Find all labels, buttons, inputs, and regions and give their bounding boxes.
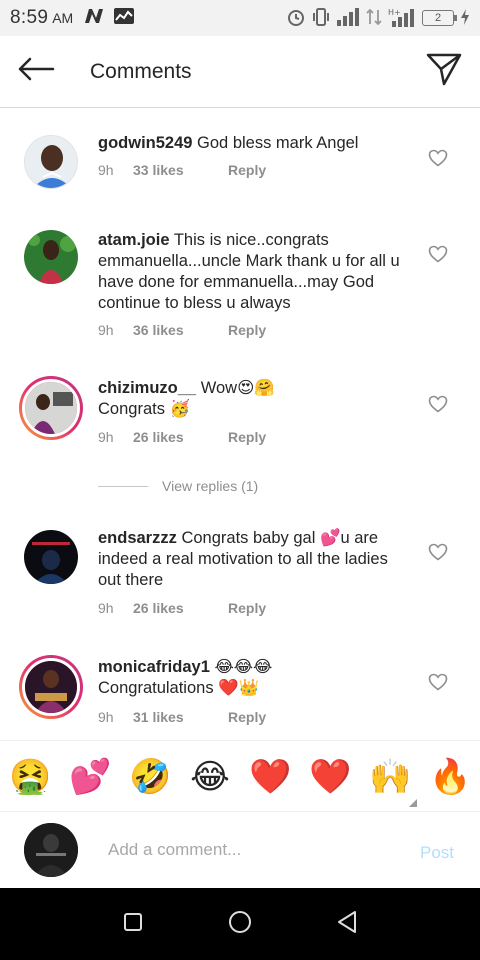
comment-text: God bless mark Angel — [197, 134, 359, 152]
activity-chart-icon — [113, 7, 135, 30]
comment-likes[interactable]: 26 likes — [133, 429, 228, 445]
avatar-story-ring[interactable] — [19, 655, 83, 719]
emoji-more-indicator-icon — [409, 799, 417, 807]
battery-indicator: 2 — [422, 10, 457, 26]
signal-h-plus-icon: H+ — [388, 7, 416, 30]
page-title: Comments — [90, 59, 192, 83]
post-button[interactable]: Post — [420, 843, 454, 863]
svg-text:H+: H+ — [388, 8, 401, 17]
comment-username[interactable]: chizimuzo__ — [98, 379, 196, 397]
status-ampm: AM — [52, 10, 74, 26]
comment-time: 9h — [98, 600, 114, 616]
recent-apps-button[interactable] — [113, 904, 153, 944]
reply-button[interactable]: Reply — [228, 322, 266, 338]
comment-likes[interactable]: 36 likes — [133, 322, 228, 338]
current-user-avatar — [24, 823, 78, 877]
avatar[interactable] — [24, 135, 78, 189]
like-button[interactable] — [426, 673, 450, 695]
heart-outline-icon — [428, 149, 448, 172]
emoji-red-heart-button[interactable]: ❤️ — [249, 756, 291, 798]
signal-icon — [336, 7, 360, 29]
avatar[interactable] — [24, 230, 78, 284]
emoji-red-heart-button-2[interactable]: ❤️ — [309, 756, 351, 798]
home-button[interactable] — [220, 904, 260, 944]
emoji-joy-button[interactable]: 😂 — [189, 756, 231, 798]
comment-likes[interactable]: 26 likes — [133, 600, 228, 616]
comment-time: 9h — [98, 322, 114, 338]
heart-outline-icon — [428, 395, 448, 418]
comment-username[interactable]: godwin5249 — [98, 134, 192, 152]
emoji-vomit-button[interactable]: 🤮 — [9, 756, 51, 798]
avatar-story-ring[interactable] — [19, 376, 83, 440]
triangle-back-icon — [336, 910, 358, 939]
notification-n-icon — [83, 7, 105, 30]
emoji-two-hearts-button[interactable]: 💕 — [69, 756, 111, 798]
header: Comments — [0, 36, 480, 108]
back-button[interactable] — [0, 36, 72, 108]
comment-text-line2: Congratulations ❤️👑 — [98, 679, 260, 697]
reply-button[interactable]: Reply — [228, 162, 266, 178]
view-replies-button[interactable]: View replies (1) — [98, 478, 258, 494]
comments-list: godwin5249 God bless mark Angel 9h 33 li… — [0, 109, 480, 739]
status-bar: 8:59 AM H+ 2 — [0, 0, 480, 36]
like-button[interactable] — [426, 543, 450, 565]
heart-outline-icon — [428, 245, 448, 268]
paper-plane-icon — [426, 52, 462, 91]
reply-button[interactable]: Reply — [228, 429, 266, 445]
comment-likes[interactable]: 31 likes — [133, 709, 228, 725]
quick-emoji-bar: 🤮 💕 🤣 😂 ❤️ ❤️ 🙌 🔥 — [0, 740, 480, 812]
system-nav-bar — [0, 888, 480, 960]
comment-username[interactable]: monicafriday1 — [98, 658, 210, 676]
status-time: 8:59 — [10, 7, 49, 28]
heart-outline-icon — [428, 543, 448, 566]
comment-time: 9h — [98, 709, 114, 725]
like-button[interactable] — [426, 395, 450, 417]
avatar[interactable] — [24, 530, 78, 584]
comment-likes[interactable]: 33 likes — [133, 162, 228, 178]
like-button[interactable] — [426, 149, 450, 171]
system-back-button[interactable] — [327, 904, 367, 944]
reply-button[interactable]: Reply — [228, 600, 266, 616]
data-transfer-icon — [366, 8, 382, 29]
share-button[interactable] — [408, 36, 480, 108]
emoji-fire-button[interactable]: 🔥 — [429, 756, 471, 798]
view-replies-divider — [98, 485, 148, 487]
comment-text-line2: Congrats 🥳 — [98, 400, 191, 418]
comment-text: Wow😍🤗 — [200, 379, 275, 397]
comment-time: 9h — [98, 162, 114, 178]
reply-button[interactable]: Reply — [228, 709, 266, 725]
comment-time: 9h — [98, 429, 114, 445]
emoji-raised-hands-button[interactable]: 🙌 — [369, 756, 411, 798]
comment-username[interactable]: endsarzzz — [98, 529, 177, 547]
square-icon — [123, 912, 143, 937]
comment-input[interactable] — [108, 836, 398, 864]
charging-bolt-icon — [460, 8, 470, 28]
like-button[interactable] — [426, 245, 450, 267]
comment-username[interactable]: atam.joie — [98, 231, 170, 249]
comment-text: 😂😂😂 — [214, 658, 273, 676]
view-replies-label: View replies (1) — [162, 478, 259, 494]
vibrate-icon — [312, 7, 330, 30]
emoji-rofl-button[interactable]: 🤣 — [129, 756, 171, 798]
arrow-left-icon — [17, 57, 55, 86]
alarm-icon — [286, 7, 306, 30]
circle-icon — [228, 910, 252, 939]
add-comment-bar: Post — [0, 812, 480, 888]
heart-outline-icon — [428, 673, 448, 696]
